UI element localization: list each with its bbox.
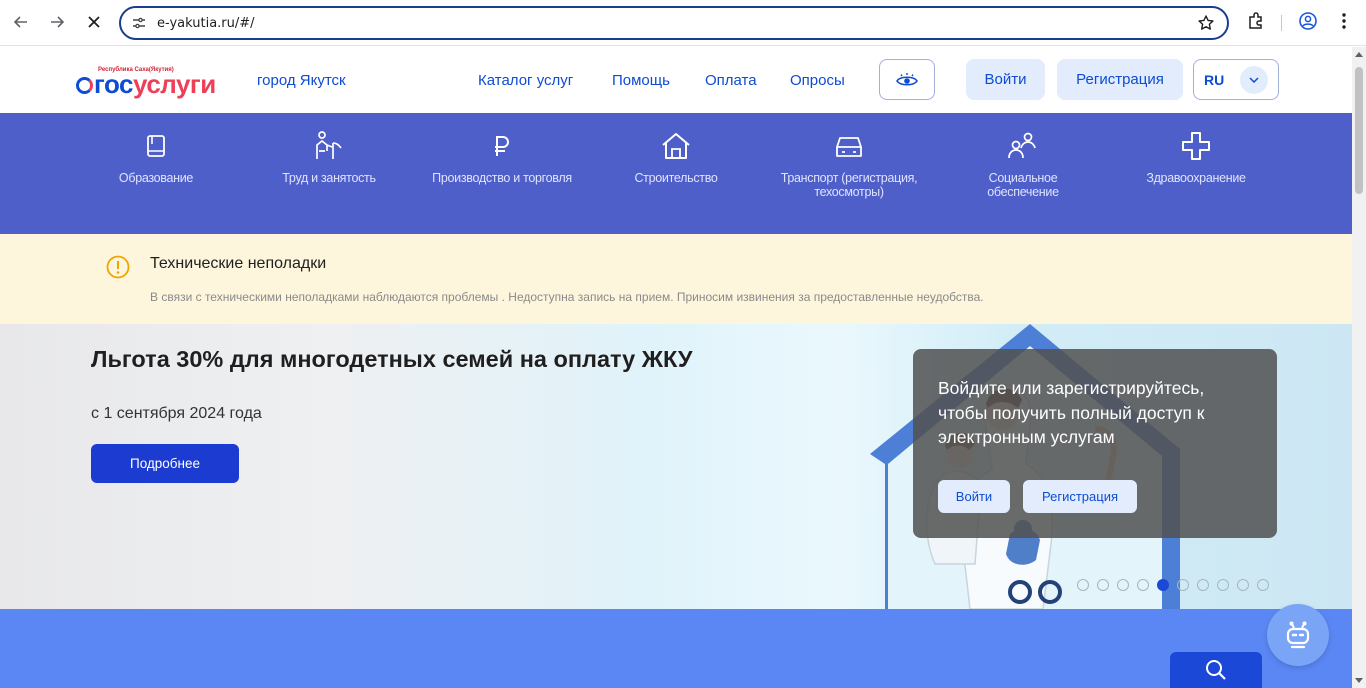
category-label: Социальное обеспечение — [987, 171, 1059, 199]
logo-emblem-icon — [76, 77, 93, 94]
browser-menu-icon[interactable] — [1336, 11, 1352, 31]
url-text[interactable]: e-yakutia.ru/#/ — [157, 16, 255, 31]
gosuslugi-logo[interactable]: Республика Саха(Якутия) госуслуги — [76, 63, 236, 99]
language-code: RU — [1204, 72, 1225, 88]
carousel-dot[interactable] — [1097, 579, 1109, 591]
logo-wordmark: госуслуги — [76, 69, 216, 100]
carousel-dot[interactable] — [1237, 579, 1249, 591]
carousel-dot[interactable] — [1257, 579, 1269, 591]
scroll-up-icon[interactable] — [1355, 52, 1363, 57]
carousel-dot[interactable] — [1217, 579, 1229, 591]
nav-payment[interactable]: Оплата — [705, 72, 757, 89]
browser-toolbar: e-yakutia.ru/#/ — [0, 0, 1366, 46]
category-education[interactable]: Образование — [66, 131, 246, 185]
register-button[interactable]: Регистрация — [1057, 59, 1183, 100]
notice-title: Технические неполадки — [150, 255, 327, 272]
profile-icon[interactable] — [1298, 11, 1318, 31]
logo-gos: гос — [94, 69, 134, 99]
banner-subtitle: с 1 сентября 2024 года — [91, 405, 262, 422]
login-prompt-card: Войдите или зарегистрируйтесь, чтобы пол… — [913, 349, 1277, 538]
category-labor[interactable]: Труд и занятость — [239, 131, 419, 185]
category-healthcare[interactable]: Здравоохранение — [1106, 131, 1286, 185]
nav-surveys[interactable]: Опросы — [790, 72, 845, 89]
site-header: Республика Саха(Якутия) госуслуги город … — [0, 47, 1352, 113]
login-button[interactable]: Войти — [966, 59, 1045, 100]
house-icon — [586, 131, 766, 161]
category-transport[interactable]: Транспорт (регистрация, техосмотры) — [759, 131, 939, 199]
forward-icon[interactable] — [45, 10, 69, 34]
nav-help[interactable]: Помощь — [612, 72, 670, 89]
category-label: Строительство — [634, 171, 718, 185]
stop-loading-icon[interactable] — [82, 10, 106, 34]
category-label: Здравоохранение — [1146, 171, 1246, 185]
carousel-dot[interactable] — [1077, 579, 1089, 591]
language-selector[interactable]: RU — [1193, 59, 1279, 100]
city-selector[interactable]: город Якутск — [257, 72, 346, 89]
chevron-down-icon — [1240, 66, 1268, 94]
carousel-dot-active[interactable] — [1157, 579, 1169, 591]
category-construction[interactable]: Строительство — [586, 131, 766, 185]
worker-icon — [239, 131, 419, 161]
carousel-dot[interactable] — [1117, 579, 1129, 591]
carousel-dot[interactable] — [1177, 579, 1189, 591]
nav-catalog[interactable]: Каталог услуг — [478, 72, 573, 89]
back-icon[interactable] — [9, 10, 33, 34]
category-production-trade[interactable]: Производство и торговля — [412, 131, 592, 185]
category-label: Труд и занятость — [282, 171, 376, 185]
search-section — [0, 609, 1352, 688]
logo-uslugi: услуги — [133, 69, 216, 99]
toolbar-separator — [1281, 15, 1282, 31]
technical-notice: Технические неполадки В связи с техничес… — [0, 234, 1352, 324]
address-bar[interactable]: e-yakutia.ru/#/ — [119, 6, 1229, 40]
card-register-button[interactable]: Регистрация — [1023, 480, 1137, 513]
category-social[interactable]: Социальное обеспечение — [933, 131, 1113, 199]
warning-icon — [106, 255, 130, 279]
carousel-dot[interactable] — [1197, 579, 1209, 591]
login-prompt-text: Войдите или зарегистрируйтесь, чтобы пол… — [938, 378, 1205, 447]
category-label: Транспорт (регистрация, техосмотры) — [780, 171, 918, 199]
scroll-down-icon[interactable] — [1355, 678, 1363, 683]
scroll-thumb[interactable] — [1355, 67, 1363, 194]
eye-icon — [896, 72, 918, 86]
banner-more-button[interactable]: Подробнее — [91, 444, 239, 483]
search-button[interactable] — [1170, 652, 1262, 688]
accessibility-button[interactable] — [879, 59, 935, 100]
category-label: Образование — [118, 171, 194, 185]
search-icon — [1206, 660, 1226, 680]
category-label: Производство и торговля — [432, 171, 572, 185]
car-icon — [759, 131, 939, 161]
bookmark-star-icon[interactable] — [1197, 14, 1215, 32]
carousel-dots — [1077, 579, 1269, 591]
ruble-icon — [412, 131, 592, 161]
extensions-icon[interactable] — [1246, 11, 1266, 31]
category-band: Образование Труд и занятость Производств… — [0, 113, 1352, 234]
site-settings-icon[interactable] — [131, 15, 147, 31]
card-login-button[interactable]: Войти — [938, 480, 1010, 513]
notice-text: В связи с техническими неполадками наблю… — [150, 290, 984, 304]
banner-title: Льгота 30% для многодетных семей на опла… — [91, 346, 693, 372]
book-icon — [66, 131, 246, 161]
page-scrollbar[interactable] — [1352, 47, 1366, 688]
robot-icon — [1286, 621, 1310, 649]
people-icon — [933, 131, 1113, 161]
chat-assistant-button[interactable] — [1267, 604, 1329, 666]
medical-cross-icon — [1106, 131, 1286, 161]
carousel-dot[interactable] — [1137, 579, 1149, 591]
